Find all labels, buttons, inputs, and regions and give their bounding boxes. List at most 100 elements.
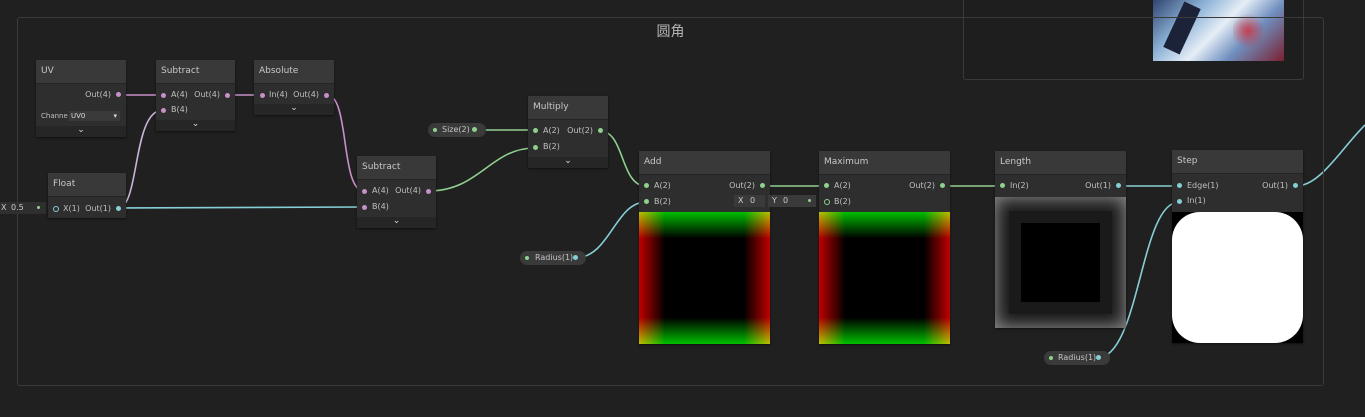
- float-field-value[interactable]: 0.5: [11, 202, 24, 214]
- node-step[interactable]: Step Edge(1) In(1) Out(1): [1172, 150, 1303, 343]
- input-port-a[interactable]: [362, 189, 367, 194]
- input-port-b[interactable]: [824, 199, 830, 205]
- property-radius[interactable]: Radius(1): [520, 251, 586, 265]
- output-port[interactable]: [426, 189, 431, 194]
- channel-dropdown[interactable]: UV0 ▾: [69, 111, 120, 121]
- node-title: Multiply: [528, 96, 608, 120]
- port-label: A(2): [543, 126, 560, 135]
- output-port[interactable]: [324, 93, 329, 98]
- node-preview: [819, 212, 950, 344]
- node-preview: [639, 212, 770, 344]
- port-label: B(4): [372, 202, 389, 211]
- port-label: Out(4): [293, 90, 319, 99]
- property-label: Radius(1): [1058, 353, 1097, 362]
- collapse-chevron-icon[interactable]: ⌄: [36, 126, 126, 137]
- collapse-chevron-icon[interactable]: ⌄: [156, 120, 235, 131]
- field-label: X: [738, 196, 744, 205]
- input-port-in[interactable]: [1177, 199, 1182, 204]
- node-title: Absolute: [254, 60, 334, 84]
- input-port-a[interactable]: [824, 183, 829, 188]
- port-label: B(4): [171, 105, 188, 114]
- output-port[interactable]: [225, 93, 230, 98]
- port-label: In(4): [269, 90, 288, 99]
- field-value[interactable]: 0: [750, 195, 755, 207]
- shader-graph-canvas[interactable]: 圆角 X 0.5 UV Out(4) Channe UV0 ▾ ⌄ Subtra…: [0, 0, 1365, 417]
- input-port[interactable]: [1000, 183, 1005, 188]
- output-port[interactable]: [940, 183, 945, 188]
- node-uv[interactable]: UV Out(4) Channe UV0 ▾ ⌄: [36, 60, 126, 137]
- port-label: A(4): [171, 90, 188, 99]
- port-label: B(2): [654, 197, 671, 206]
- node-float[interactable]: Float X(1) Out(1): [48, 173, 126, 218]
- port-label: Out(1): [1262, 181, 1288, 190]
- property-indicator: [433, 128, 437, 132]
- output-port[interactable]: [472, 127, 477, 132]
- property-indicator: [1049, 356, 1053, 360]
- output-port[interactable]: [760, 183, 765, 188]
- port-label: B(2): [543, 142, 560, 151]
- collapse-chevron-icon[interactable]: ⌄: [357, 217, 436, 228]
- input-port-a[interactable]: [161, 93, 166, 98]
- port-label: X(1): [63, 204, 80, 213]
- output-port[interactable]: [1116, 183, 1121, 188]
- dropdown-arrow-icon: ▾: [113, 112, 117, 120]
- port-label: A(2): [654, 181, 671, 190]
- node-title: Step: [1172, 150, 1303, 174]
- maximum-field-x[interactable]: X 0: [734, 195, 765, 207]
- field-value[interactable]: 0: [783, 195, 788, 207]
- port-label: A(2): [834, 181, 851, 190]
- collapse-chevron-icon[interactable]: ⌄: [528, 157, 608, 168]
- property-size[interactable]: Size(2): [428, 123, 486, 137]
- port-label: Out(2): [909, 181, 935, 190]
- node-title: UV: [36, 60, 126, 84]
- node-preview: [995, 197, 1126, 328]
- input-port-b[interactable]: [161, 108, 166, 113]
- input-port[interactable]: [53, 206, 59, 212]
- collapse-chevron-icon[interactable]: ⌄: [254, 104, 334, 115]
- node-subtract[interactable]: Subtract A(4) B(4) Out(4) ⌄: [156, 60, 235, 131]
- port-label: Out(4): [395, 186, 421, 195]
- float-field-label: X: [1, 203, 7, 212]
- port-label: Out(2): [567, 126, 593, 135]
- property-indicator: [525, 256, 529, 260]
- port-label: Out(4): [85, 90, 111, 99]
- output-port[interactable]: [573, 255, 578, 260]
- float-field-port: [37, 206, 40, 209]
- input-port-b[interactable]: [362, 205, 367, 210]
- input-port-b[interactable]: [533, 145, 538, 150]
- node-absolute[interactable]: Absolute In(4) Out(4) ⌄: [254, 60, 334, 115]
- port-label: Edge(1): [1187, 181, 1219, 190]
- node-add[interactable]: Add A(2) B(2) Out(2): [639, 151, 770, 344]
- group-title[interactable]: 圆角: [18, 21, 1323, 41]
- input-port-a[interactable]: [533, 128, 538, 133]
- field-label: Y: [772, 196, 777, 205]
- port-label: B(2): [834, 197, 851, 206]
- node-title: Float: [48, 173, 126, 197]
- float-value-field[interactable]: X 0.5: [0, 202, 46, 214]
- port-label: Out(1): [85, 204, 111, 213]
- node-length[interactable]: Length In(2) Out(1): [995, 151, 1126, 328]
- maximum-field-y[interactable]: Y 0: [768, 195, 816, 207]
- input-port-edge[interactable]: [1177, 183, 1182, 188]
- node-title: Maximum: [819, 151, 950, 175]
- port-label: In(1): [1187, 196, 1206, 205]
- input-port[interactable]: [260, 93, 265, 98]
- node-maximum[interactable]: Maximum A(2) B(2) Out(2): [819, 151, 950, 344]
- field-port: [808, 199, 811, 202]
- output-port[interactable]: [116, 206, 121, 211]
- node-title: Length: [995, 151, 1126, 175]
- node-title: Subtract: [156, 60, 235, 84]
- output-port[interactable]: [1293, 183, 1298, 188]
- node-subtract-2[interactable]: Subtract A(4) B(4) Out(4) ⌄: [357, 156, 436, 228]
- input-port-a[interactable]: [644, 183, 649, 188]
- output-port[interactable]: [116, 92, 121, 97]
- node-preview: [1172, 212, 1303, 343]
- input-port-b[interactable]: [644, 199, 649, 204]
- node-title: Subtract: [357, 156, 436, 180]
- property-radius[interactable]: Radius(1): [1044, 351, 1110, 365]
- output-port[interactable]: [1096, 355, 1101, 360]
- output-port[interactable]: [598, 128, 603, 133]
- port-label: Out(4): [194, 90, 220, 99]
- port-label: Out(1): [1085, 181, 1111, 190]
- node-multiply[interactable]: Multiply A(2) B(2) Out(2) ⌄: [528, 96, 608, 168]
